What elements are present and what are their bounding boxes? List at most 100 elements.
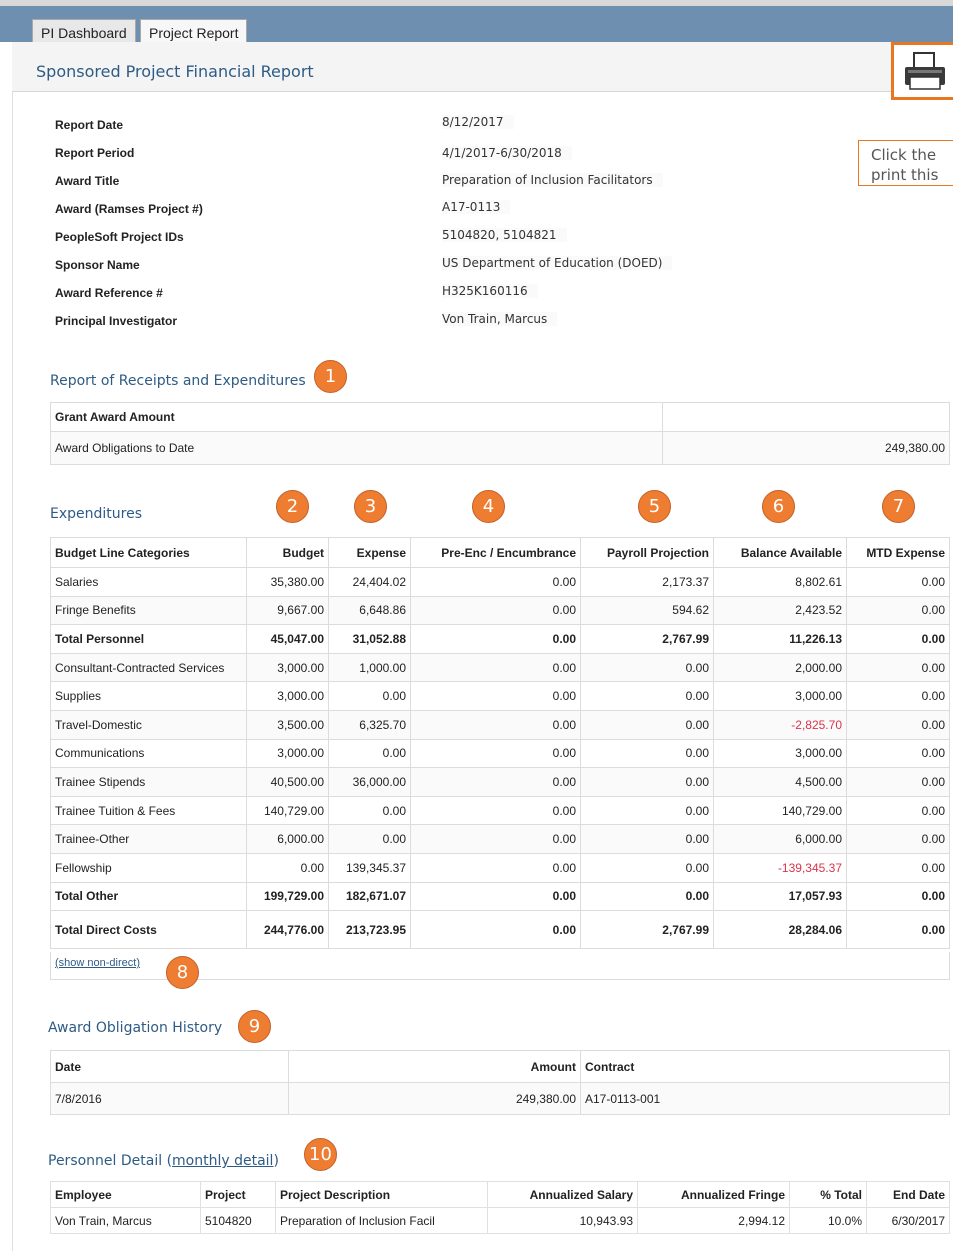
amount-cell: 0.00 (846, 709, 950, 740)
budget-category-cell: Trainee Tuition & Fees (50, 795, 247, 826)
amount-cell: 0.00 (410, 709, 581, 740)
receipts-table: Grant Award Amount Award Obligations to … (50, 402, 950, 465)
callout-badge: 5 (638, 490, 671, 523)
receipts-header: Grant Award Amount (50, 402, 663, 432)
amount-cell: 0.00 (410, 881, 581, 912)
print-tooltip: Click the print this (858, 140, 953, 186)
info-value: US Department of Education (DOED) (442, 256, 673, 270)
amount-cell: 0.00 (410, 910, 581, 950)
amount-cell: 2,000.00 (713, 652, 847, 683)
amount-cell: 3,000.00 (713, 738, 847, 769)
budget-category-cell: Fellowship (50, 852, 247, 883)
col-header: Balance Available (713, 537, 847, 568)
col-header: Pre-Enc / Encumbrance (410, 537, 581, 568)
amount-cell: 0.00 (846, 652, 950, 683)
page-title: Sponsored Project Financial Report (36, 62, 314, 81)
receipts-row-value: 249,380.00 (662, 430, 950, 465)
callout-badge: 6 (762, 490, 795, 523)
callout-badge: 9 (238, 1010, 271, 1043)
callout-badge: 7 (882, 490, 915, 523)
info-label: PeopleSoft Project IDs (55, 230, 184, 244)
amount-cell: 0.00 (580, 738, 714, 769)
col-header: Expense (328, 537, 411, 568)
amount-cell: 0.00 (410, 567, 581, 597)
col-header: Budget Line Categories (50, 537, 247, 568)
amount-cell: 0.00 (846, 881, 950, 912)
table-row: Trainee Stipends 40,500.00 36,000.00 0.00 0.… (50, 767, 950, 797)
amount-cell: 3,500.00 (246, 709, 329, 740)
table-row: Travel-Domestic 3,500.00 6,325.70 0.00 0.00-… (50, 709, 950, 740)
info-label: Award Title (55, 174, 120, 188)
callout-badge: 10 (304, 1138, 337, 1171)
amount-cell: 0.00 (580, 852, 714, 883)
amount-cell: 0.00 (846, 595, 950, 626)
budget-category-cell: Total Personnel (50, 624, 247, 654)
amount-cell: 0.00 (580, 881, 714, 912)
amount-cell: -2,825.70 (713, 709, 847, 740)
amount-cell: 0.00 (580, 795, 714, 826)
info-label: Report Period (55, 146, 135, 160)
amount-cell: 3,000.00 (246, 652, 329, 683)
amount-cell: 0.00 (846, 767, 950, 797)
amount-cell: 11,226.13 (713, 624, 847, 654)
callout-badge: 3 (354, 490, 387, 523)
amount-cell: 0.00 (328, 681, 411, 711)
show-non-direct-link[interactable]: (show non-direct) (55, 957, 140, 969)
personnel-project: 5104820 (200, 1207, 276, 1234)
amount-cell: 36,000.00 (328, 767, 411, 797)
info-label: Report Date (55, 118, 124, 132)
amount-cell: 40,500.00 (246, 767, 329, 797)
info-value: 5104820, 5104821 (442, 228, 567, 242)
budget-category-cell: Travel-Domestic (50, 709, 247, 740)
personnel-end-date: 6/30/2017 (866, 1207, 950, 1234)
info-label: Sponsor Name (55, 258, 140, 272)
amount-cell: 3,000.00 (713, 681, 847, 711)
table-row: Fringe Benefits 9,667.00 6,648.86 0.00 594.6… (50, 595, 950, 626)
table-row: Trainee-Other 6,000.00 0.00 0.00 0.00 6,000.0… (50, 824, 950, 854)
table-row: Fellowship 0.00 139,345.37 0.00 0.00 -139,345… (50, 852, 950, 883)
amount-cell: 0.00 (410, 767, 581, 797)
amount-cell: 0.00 (410, 652, 581, 683)
amount-cell: 3,000.00 (246, 681, 329, 711)
amount-cell: 2,423.52 (713, 595, 847, 626)
col-header: Employee (50, 1181, 201, 1208)
col-header: Date (50, 1050, 289, 1083)
amount-cell: 0.00 (246, 852, 329, 883)
table-row: Trainee Tuition & Fees 140,729.00 0.00 0.00… (50, 795, 950, 826)
personnel-table: Employee Project Project Description Ann… (50, 1181, 950, 1234)
printer-icon (905, 52, 945, 90)
amount-cell: -139,345.37 (713, 852, 847, 883)
amount-cell: 0.00 (410, 738, 581, 769)
table-row: Total Direct Costs 244,776.00 213,723.95 0.… (50, 910, 950, 950)
budget-category-cell: Supplies (50, 681, 247, 711)
amount-cell: 594.62 (580, 595, 714, 626)
col-header: Payroll Projection (580, 537, 714, 568)
amount-cell: 17,057.93 (713, 881, 847, 912)
personnel-section-title: Personnel Detail (monthly detail) (48, 1153, 279, 1169)
expenditures-table: Budget Line Categories Budget Expense Pr… (50, 537, 950, 950)
personnel-title-suffix: ) (273, 1153, 279, 1169)
table-row: Total Personnel 45,047.00 31,052.88 0.00 2,7… (50, 624, 950, 654)
table-row: Total Other 199,729.00 182,671.07 0.00 0.00 1… (50, 881, 950, 912)
amount-cell: 6,000.00 (246, 824, 329, 854)
amount-cell: 0.00 (846, 824, 950, 854)
amount-cell: 0.00 (580, 709, 714, 740)
table-row: Consultant-Contracted Services 3,000.00 1,… (50, 652, 950, 683)
budget-category-cell: Salaries (50, 567, 247, 597)
personnel-title-text: Personnel Detail ( (48, 1153, 173, 1169)
amount-cell: 28,284.06 (713, 910, 847, 950)
amount-cell: 3,000.00 (246, 738, 329, 769)
amount-cell: 0.00 (580, 681, 714, 711)
print-button[interactable] (891, 42, 953, 100)
amount-cell: 213,723.95 (328, 910, 411, 950)
col-header: % Total (789, 1181, 867, 1208)
amount-cell: 0.00 (846, 852, 950, 883)
col-header: Annualized Salary (487, 1181, 638, 1208)
info-value: A17-0113 (442, 200, 511, 214)
amount-cell: 140,729.00 (246, 795, 329, 826)
col-header: End Date (866, 1181, 950, 1208)
receipts-row-label: Award Obligations to Date (50, 430, 663, 465)
personnel-salary: 10,943.93 (487, 1207, 638, 1234)
amount-cell: 35,380.00 (246, 567, 329, 597)
monthly-detail-link[interactable]: monthly detail (172, 1153, 273, 1169)
